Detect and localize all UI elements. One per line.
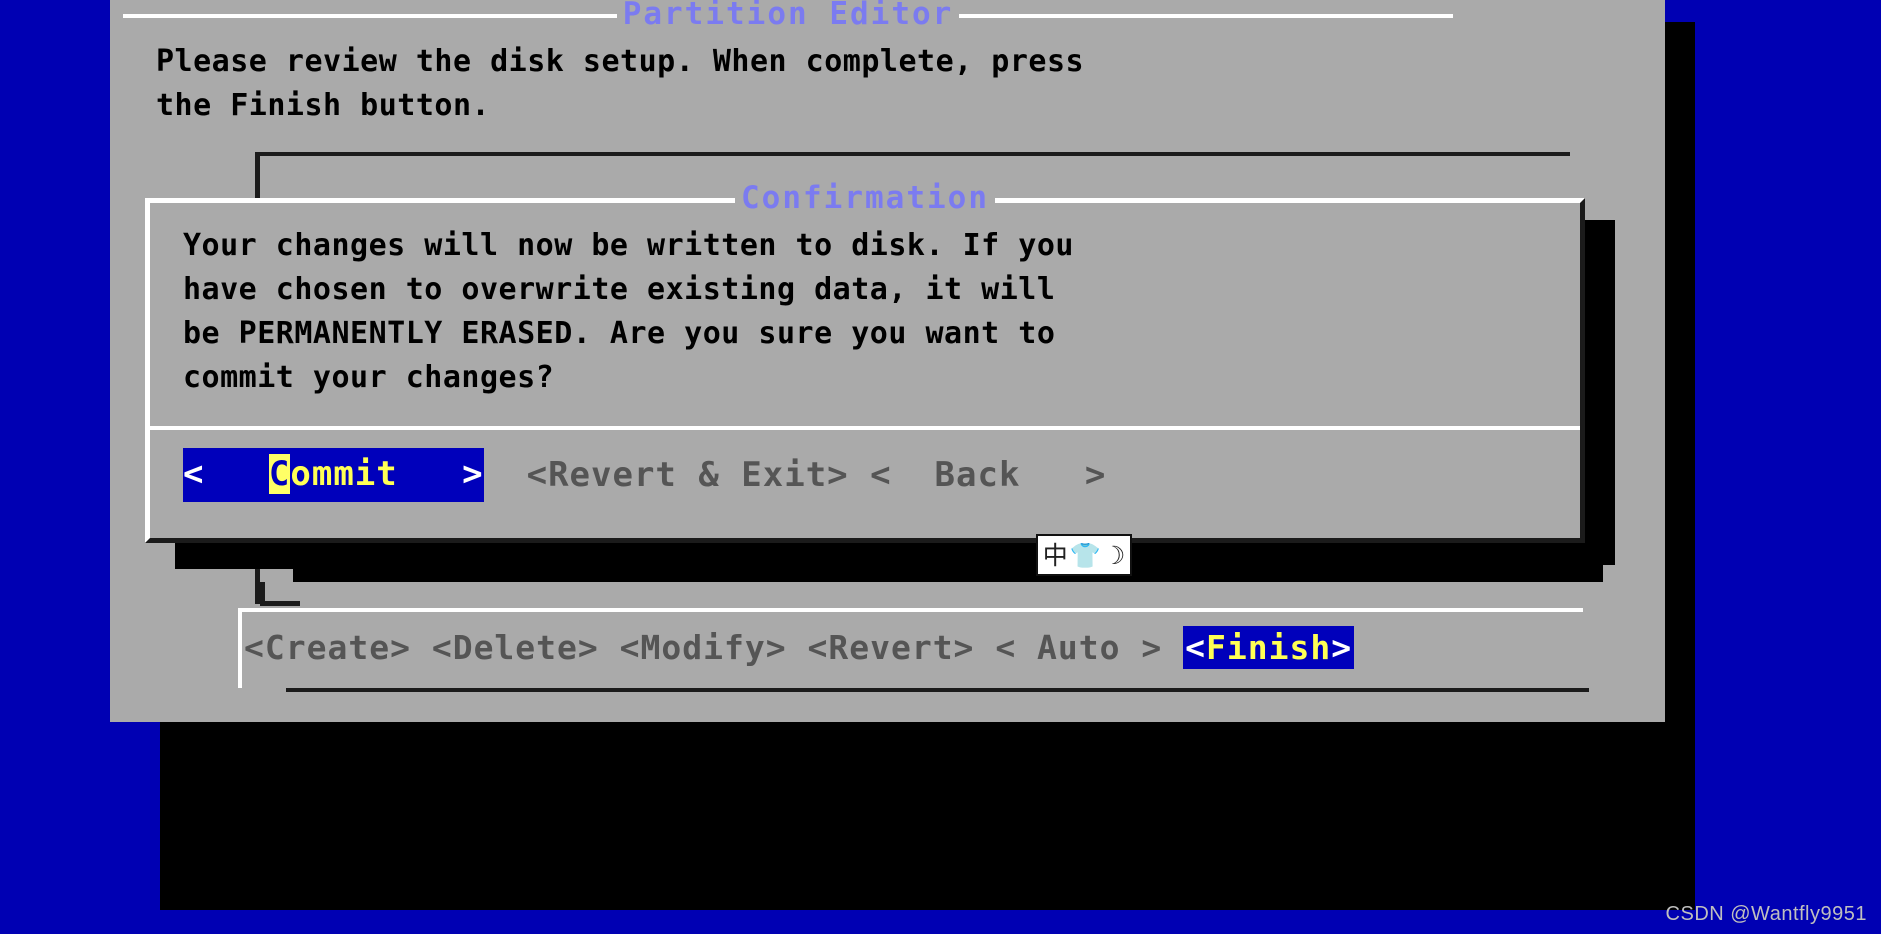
auto-button[interactable]: < Auto >: [995, 628, 1162, 667]
watermark: CSDN @Wantfly9951: [1665, 903, 1867, 925]
partition-editor-title: Partition Editor: [123, 0, 1453, 32]
finish-bracket-left: <: [1185, 628, 1207, 667]
confirmation-gap-2: [849, 455, 870, 495]
confirmation-dialog: Confirmation Your changes will now be wr…: [145, 180, 1585, 543]
commit-bracket-left: <: [183, 454, 205, 494]
commit-pad-right: [398, 454, 462, 494]
finish-bracket-right: >: [1331, 628, 1353, 667]
partition-editor-shadow-right: [1665, 22, 1695, 744]
action-gap-2: [599, 628, 620, 667]
action-gap-3: [787, 628, 808, 667]
modify-button[interactable]: <Modify>: [620, 628, 787, 667]
confirmation-title: Confirmation: [145, 180, 1585, 216]
chinese-mode-icon[interactable]: 中: [1043, 543, 1068, 568]
confirmation-message: Your changes will now be written to disk…: [183, 228, 1074, 395]
revert-button[interactable]: <Revert>: [807, 628, 974, 667]
revert-and-exit-button[interactable]: <Revert & Exit>: [527, 455, 849, 495]
action-bar-top-rule: [238, 608, 1583, 612]
partition-editor-intro-text: Please review the disk setup. When compl…: [156, 44, 1085, 123]
confirmation-separator: [150, 426, 1580, 430]
commit-pad-left: [204, 454, 268, 494]
action-bar-buttons: <Create> <Delete> <Modify> <Revert> < Au…: [244, 626, 1583, 669]
back-button[interactable]: < Back >: [870, 455, 1106, 495]
action-bar-left-rule: [238, 608, 242, 688]
confirmation-gap-1: [484, 455, 527, 495]
background-black-band: [160, 752, 1695, 910]
commit-cursor-char: C: [268, 454, 291, 494]
create-button[interactable]: <Create>: [244, 628, 411, 667]
ime-indicator[interactable]: 中 👕 ☽: [1036, 534, 1132, 576]
halfwidth-shape-icon[interactable]: 👕: [1070, 543, 1101, 568]
confirmation-shadow-bottom: [175, 543, 1585, 569]
finish-button[interactable]: <Finish>: [1183, 626, 1355, 669]
crescent-moon-icon[interactable]: ☽: [1103, 543, 1125, 568]
confirmation-button-row: < Commit > <Revert & Exit> < Back >: [183, 448, 1575, 502]
confirmation-title-text: Confirmation: [735, 180, 995, 216]
partition-editor-title-text: Partition Editor: [616, 0, 960, 32]
partition-editor-action-bar: <Create> <Delete> <Modify> <Revert> < Au…: [238, 608, 1589, 696]
partition-list-corner-bottom: [260, 601, 300, 606]
action-bar-bottom-rule: [286, 688, 1589, 692]
confirmation-shadow-right: [1585, 220, 1615, 565]
desktop-background: Partition Editor Please review the disk …: [0, 0, 1881, 934]
commit-button[interactable]: < Commit >: [183, 448, 484, 502]
partition-editor-shadow-bottom: [160, 722, 1695, 752]
action-gap-5: [1162, 628, 1183, 667]
delete-button[interactable]: <Delete>: [432, 628, 599, 667]
commit-label: ommit: [290, 454, 398, 494]
action-gap-4: [974, 628, 995, 667]
finish-label: Finish: [1206, 628, 1332, 667]
action-gap-1: [411, 628, 432, 667]
commit-bracket-right: >: [462, 454, 484, 494]
